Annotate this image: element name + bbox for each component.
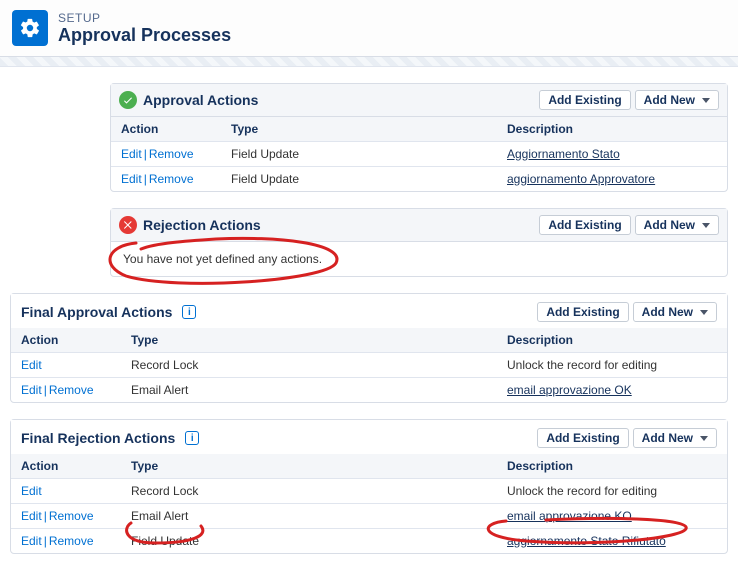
panel-title-final-rejection: Final Rejection Actions: [21, 430, 175, 446]
page-header: SETUP Approval Processes: [0, 0, 738, 57]
add-existing-button[interactable]: Add Existing: [539, 215, 630, 235]
panel-title-final-approval: Final Approval Actions: [21, 304, 172, 320]
type-cell: Record Lock: [121, 353, 497, 378]
empty-message: You have not yet defined any actions.: [111, 242, 727, 276]
column-action: Action: [11, 328, 121, 353]
table-row: Edit|Remove Field Update aggiornamento A…: [111, 167, 727, 192]
edit-link[interactable]: Edit: [21, 534, 42, 548]
table-row: Edit|Remove Email Alert email approvazio…: [11, 378, 727, 403]
column-description: Description: [497, 328, 727, 353]
edit-link[interactable]: Edit: [121, 147, 142, 161]
remove-link[interactable]: Remove: [49, 534, 94, 548]
type-cell: Email Alert: [121, 504, 497, 529]
error-icon: [119, 216, 137, 234]
final-approval-table: Action Type Description Edit Record Lock…: [11, 328, 727, 402]
type-cell: Field Update: [221, 142, 497, 167]
type-cell: Email Alert: [121, 378, 497, 403]
table-row: Edit|Remove Field Update aggiornamento S…: [11, 529, 727, 554]
final-rejection-actions-panel: Final Rejection Actions i Add Existing A…: [10, 419, 728, 554]
panel-title-approval-actions: Approval Actions: [143, 92, 258, 108]
info-icon[interactable]: i: [182, 305, 196, 319]
type-cell: Record Lock: [121, 479, 497, 504]
rejection-actions-panel: Rejection Actions Add Existing Add New Y…: [110, 208, 728, 277]
remove-link[interactable]: Remove: [149, 147, 194, 161]
chevron-down-icon: [700, 310, 708, 315]
description-link[interactable]: aggiornamento Approvatore: [507, 172, 655, 186]
table-row: Edit Record Lock Unlock the record for e…: [11, 479, 727, 504]
edit-link[interactable]: Edit: [21, 383, 42, 397]
description-link[interactable]: email approvazione OK: [507, 383, 632, 397]
column-type: Type: [121, 454, 497, 479]
remove-link[interactable]: Remove: [49, 383, 94, 397]
table-row: Edit Record Lock Unlock the record for e…: [11, 353, 727, 378]
description-link[interactable]: email approvazione KO: [507, 509, 632, 523]
edit-link[interactable]: Edit: [21, 509, 42, 523]
edit-link[interactable]: Edit: [21, 484, 42, 498]
column-description: Description: [497, 454, 727, 479]
add-new-button[interactable]: Add New: [635, 90, 719, 110]
description-link[interactable]: aggiornamento Stato Rifiutato: [507, 534, 666, 548]
type-cell: Field Update: [121, 529, 497, 554]
final-approval-actions-panel: Final Approval Actions i Add Existing Ad…: [10, 293, 728, 403]
table-row: Edit|Remove Email Alert email approvazio…: [11, 504, 727, 529]
edit-link[interactable]: Edit: [21, 358, 42, 372]
add-existing-button[interactable]: Add Existing: [537, 302, 628, 322]
approval-actions-panel: Approval Actions Add Existing Add New Ac…: [110, 83, 728, 192]
type-cell: Field Update: [221, 167, 497, 192]
column-type: Type: [221, 117, 497, 142]
edit-link[interactable]: Edit: [121, 172, 142, 186]
panel-title-rejection-actions: Rejection Actions: [143, 217, 261, 233]
description-text: Unlock the record for editing: [497, 479, 727, 504]
column-action: Action: [111, 117, 221, 142]
chevron-down-icon: [700, 436, 708, 441]
gear-icon: [12, 10, 48, 46]
page-title: Approval Processes: [58, 25, 231, 46]
info-icon[interactable]: i: [185, 431, 199, 445]
decorative-band: [0, 57, 738, 67]
add-new-button[interactable]: Add New: [633, 428, 717, 448]
final-rejection-table: Action Type Description Edit Record Lock…: [11, 454, 727, 553]
chevron-down-icon: [702, 98, 710, 103]
add-new-button[interactable]: Add New: [635, 215, 719, 235]
remove-link[interactable]: Remove: [49, 509, 94, 523]
table-row: Edit|Remove Field Update Aggiornamento S…: [111, 142, 727, 167]
column-description: Description: [497, 117, 727, 142]
description-link[interactable]: Aggiornamento Stato: [507, 147, 620, 161]
column-action: Action: [11, 454, 121, 479]
approval-actions-table: Action Type Description Edit|Remove Fiel…: [111, 117, 727, 191]
description-text: Unlock the record for editing: [497, 353, 727, 378]
add-existing-button[interactable]: Add Existing: [537, 428, 628, 448]
remove-link[interactable]: Remove: [149, 172, 194, 186]
check-icon: [119, 91, 137, 109]
column-type: Type: [121, 328, 497, 353]
chevron-down-icon: [702, 223, 710, 228]
add-new-button[interactable]: Add New: [633, 302, 717, 322]
add-existing-button[interactable]: Add Existing: [539, 90, 630, 110]
setup-label: SETUP: [58, 11, 231, 25]
